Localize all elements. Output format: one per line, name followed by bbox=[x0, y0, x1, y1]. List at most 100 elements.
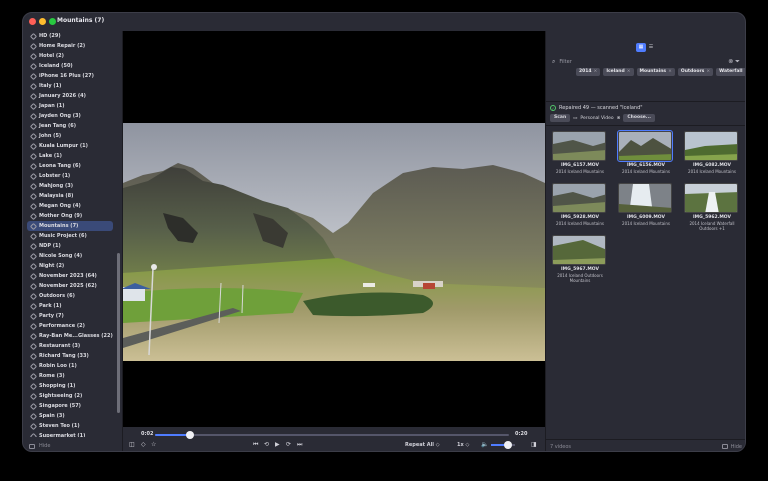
video-tile[interactable]: IMG_6009.MOV 2014 Iceland Mountains bbox=[618, 183, 674, 226]
sidebar-toggle-icon[interactable]: ◫ bbox=[129, 441, 135, 449]
panel-hide-button[interactable]: Hide bbox=[721, 444, 742, 450]
video-thumbnail[interactable] bbox=[618, 183, 672, 213]
sidebar-tag-item[interactable]: NDP (1) bbox=[23, 241, 123, 251]
sidebar-tag-label: Jayden Ong (3) bbox=[39, 113, 81, 119]
filter-chip[interactable]: Mountains × bbox=[636, 68, 675, 76]
sidebar-tag-item[interactable]: HD (29) bbox=[23, 31, 123, 41]
sidebar-tag-item[interactable]: Restaurant (3) bbox=[23, 341, 123, 351]
sidebar-tag-item[interactable]: Italy (1) bbox=[23, 81, 123, 91]
sidebar-tag-item[interactable]: iPhone 16 Plus (27) bbox=[23, 71, 123, 81]
sidebar-tag-item[interactable]: Lobster (1) bbox=[23, 171, 123, 181]
video-thumbnail[interactable] bbox=[684, 183, 738, 213]
play-icon[interactable]: ▶ bbox=[275, 441, 280, 449]
sidebar-tag-item[interactable]: Jean Tang (6) bbox=[23, 121, 123, 131]
filter-placeholder[interactable]: Filter bbox=[559, 59, 571, 65]
sidebar-tag-item[interactable]: Malaysia (8) bbox=[23, 191, 123, 201]
sidebar-scrollbar[interactable] bbox=[117, 253, 120, 413]
sidebar-tag-item[interactable]: Outdoors (6) bbox=[23, 291, 123, 301]
sidebar-tag-item[interactable]: Party (7) bbox=[23, 311, 123, 321]
volume-slider[interactable] bbox=[491, 441, 515, 449]
sidebar-tag-item[interactable]: Home Repair (2) bbox=[23, 41, 123, 51]
sidebar-tag-item[interactable]: Robin Loo (1) bbox=[23, 361, 123, 371]
filter-chip[interactable]: 2014 × bbox=[576, 68, 601, 76]
sidebar-tag-item[interactable]: Performance (2) bbox=[23, 321, 123, 331]
view-mode-toggle[interactable]: ▦ ☰ bbox=[636, 43, 656, 52]
video-count: 7 videos bbox=[550, 443, 572, 450]
video-thumbnail[interactable] bbox=[552, 131, 606, 161]
sidebar-tag-item[interactable]: John (5) bbox=[23, 131, 123, 141]
filter-field[interactable]: ⌕ Filter ⊗ ⏷ bbox=[552, 57, 742, 67]
sidebar-tag-item[interactable]: Leona Tang (6) bbox=[23, 161, 123, 171]
scrubber[interactable] bbox=[155, 431, 509, 439]
sidebar-hide-label[interactable]: Hide bbox=[39, 443, 50, 449]
sidebar-tag-item[interactable]: Ray-Ban Me...Glasses (22) bbox=[23, 331, 123, 341]
sidebar-tag-item[interactable]: Mountains (7) bbox=[27, 221, 113, 231]
sidebar-tag-item[interactable]: Supermarket (1) bbox=[23, 431, 123, 437]
sidebar-tag-item[interactable]: November 2023 (64) bbox=[23, 271, 123, 281]
skip-back-icon[interactable]: ⏮ bbox=[253, 441, 258, 449]
sidebar-tag-item[interactable]: Japan (1) bbox=[23, 101, 123, 111]
sidebar-tag-item[interactable]: Singapore (57) bbox=[23, 401, 123, 411]
video-tile[interactable]: IMG_5962.MOV 2014 Iceland Waterfall Outdo… bbox=[684, 183, 740, 231]
remove-target-icon[interactable]: ⊗ bbox=[617, 116, 621, 121]
sidebar-tag-item[interactable]: Shopping (1) bbox=[23, 381, 123, 391]
video-thumbnail[interactable] bbox=[552, 235, 606, 265]
sidebar-tag-item[interactable]: Kuala Lumpur (1) bbox=[23, 141, 123, 151]
sidebar-tag-item[interactable]: Sightseeing (2) bbox=[23, 391, 123, 401]
choose-button[interactable]: Choose... bbox=[623, 114, 655, 122]
forward-icon[interactable]: ⟳ bbox=[286, 441, 291, 449]
sidebar-toggle-icon[interactable] bbox=[29, 443, 35, 449]
sidebar-tag-item[interactable]: Park (1) bbox=[23, 301, 123, 311]
sidebar-tag-item[interactable]: Spain (3) bbox=[23, 411, 123, 421]
list-view-icon[interactable]: ☰ bbox=[646, 43, 656, 52]
sidebar-tag-item[interactable]: Night (2) bbox=[23, 261, 123, 271]
sidebar-tag-label: Rome (3) bbox=[39, 373, 65, 379]
sidebar-tag-item[interactable]: Steven Teo (1) bbox=[23, 421, 123, 431]
video-tile[interactable]: IMG_5967.MOV 2014 Iceland Outdoors Mounta… bbox=[552, 235, 608, 283]
sidebar-tag-item[interactable]: Richard Tang (33) bbox=[23, 351, 123, 361]
star-icon[interactable]: ☆ bbox=[151, 441, 156, 449]
sidebar-tag-item[interactable]: November 2025 (62) bbox=[23, 281, 123, 291]
video-tile[interactable]: IMG_6082.MOV 2014 Iceland Mountains bbox=[684, 131, 740, 174]
video-thumbnail[interactable] bbox=[617, 130, 673, 162]
sidebar-tag-item[interactable]: Jayden Ong (3) bbox=[23, 111, 123, 121]
sidebar-tag-item[interactable]: Iceland (50) bbox=[23, 61, 123, 71]
video-tile[interactable]: IMG_6156.MOV 2014 Iceland Mountains bbox=[617, 130, 674, 174]
scan-button[interactable]: Scan bbox=[550, 114, 571, 122]
scrubber-knob[interactable] bbox=[186, 431, 195, 439]
video-tile[interactable]: IMG_6157.MOV 2014 Iceland Mountains bbox=[552, 131, 608, 174]
inspector-toggle-icon[interactable]: ◨ bbox=[531, 441, 537, 449]
remove-chip-icon[interactable]: × bbox=[668, 69, 672, 74]
zoom-window-button[interactable] bbox=[49, 18, 56, 25]
sidebar-tag-item[interactable]: Hotel (2) bbox=[23, 51, 123, 61]
remove-chip-icon[interactable]: × bbox=[594, 69, 598, 74]
remove-chip-icon[interactable]: × bbox=[744, 69, 745, 74]
grid-view-icon[interactable]: ▦ bbox=[636, 43, 646, 52]
remove-chip-icon[interactable]: × bbox=[627, 69, 631, 74]
filter-options-icon[interactable]: ⊗ ⏷ bbox=[728, 58, 740, 66]
sidebar-tag-item[interactable]: January 2026 (4) bbox=[23, 91, 123, 101]
tag-icon[interactable]: ◇ bbox=[141, 441, 146, 449]
sidebar-tag-item[interactable]: Music Project (6) bbox=[23, 231, 123, 241]
filter-chip[interactable]: Outdoors × bbox=[677, 68, 714, 76]
skip-forward-icon[interactable]: ⏭ bbox=[297, 441, 302, 449]
remove-chip-icon[interactable]: × bbox=[706, 69, 710, 74]
video-thumbnail[interactable] bbox=[552, 183, 606, 213]
filter-chip[interactable]: Waterfall× bbox=[716, 68, 745, 76]
rewind-icon[interactable]: ⟲ bbox=[264, 441, 269, 449]
filter-chip[interactable]: Iceland × bbox=[603, 68, 634, 76]
sidebar-tag-item[interactable]: Rome (3) bbox=[23, 371, 123, 381]
speed-menu[interactable]: 1x ◇ bbox=[457, 441, 469, 449]
sidebar-tag-item[interactable]: Megan Ong (4) bbox=[23, 201, 123, 211]
video-tile[interactable]: IMG_5928.MOV 2014 Iceland Mountains bbox=[552, 183, 608, 226]
video-player[interactable] bbox=[123, 31, 545, 435]
minimize-window-button[interactable] bbox=[39, 18, 46, 25]
sidebar-tag-item[interactable]: Nicole Song (4) bbox=[23, 251, 123, 261]
sidebar-tag-item[interactable]: Lake (1) bbox=[23, 151, 123, 161]
sidebar-tag-item[interactable]: Mahjong (3) bbox=[23, 181, 123, 191]
sidebar-tag-item[interactable]: Mother Ong (9) bbox=[23, 211, 123, 221]
volume-knob[interactable] bbox=[503, 441, 512, 449]
repeat-menu[interactable]: Repeat All ◇ bbox=[405, 441, 440, 449]
close-window-button[interactable] bbox=[29, 18, 36, 25]
video-thumbnail[interactable] bbox=[684, 131, 738, 161]
